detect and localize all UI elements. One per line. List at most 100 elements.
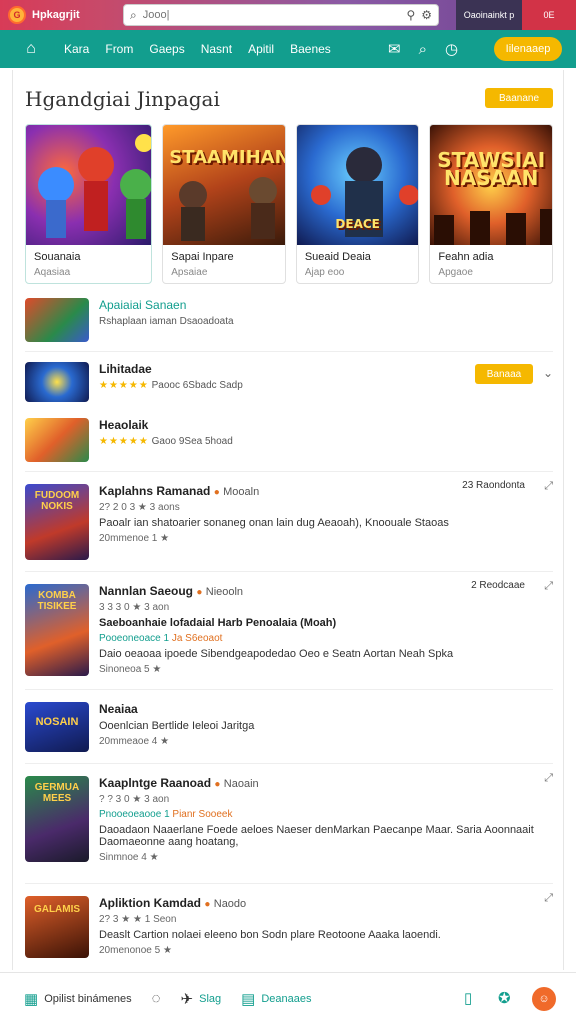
search-icon[interactable]: ⌕ (419, 41, 427, 58)
inbox-icon[interactable]: ✉ (388, 40, 401, 58)
thumbnail: GERMUA MEES (25, 776, 89, 862)
list-item-side: 2 Reodcaae (471, 580, 525, 591)
list-item-meta: 2? 3 ★ ★ 1 Seon (99, 914, 177, 925)
list-item-meta: ? ? 3 0 ★ 3 aon (99, 794, 170, 805)
featured-row: Souanaia Aqasiaa STAAMIHAN Sapai Inpare … (25, 124, 553, 284)
list-item[interactable]: Lihitadae ★★★★★ Paooc 6Sbadc Sadp Banaaa… (25, 352, 553, 410)
gamepad-icon[interactable]: ✪ (498, 989, 511, 1007)
nav-item-5[interactable]: Apitil (248, 42, 274, 56)
list-item-meta: 2? 2 0 3 ★ 3 aons (99, 502, 180, 513)
list-item-description: Paoalr ian shatoarier sonaneg onan lain … (99, 517, 449, 529)
bottom-item-chat[interactable]: ◌ (152, 990, 161, 1007)
search-box[interactable]: ⌕ ⚲ ⚙ (123, 4, 439, 26)
thumbnail: NOSAIN (25, 702, 89, 752)
warrior-art-icon (179, 177, 278, 241)
home-icon[interactable]: ⌂ (14, 40, 48, 58)
thumbnail: FUDOOM NOKIS (25, 484, 89, 560)
close-button[interactable]: 0E (522, 0, 576, 30)
nav-item-2[interactable]: From (105, 42, 133, 56)
list-item-title: Heaolaik (99, 418, 149, 432)
promo-highlight: Ja S6eoaot (171, 633, 223, 644)
featured-image: STAWSIAI NASAAN (430, 125, 552, 245)
featured-art-text: STAAMIHAN (169, 147, 285, 168)
featured-title: Sueaid Deaia (304, 251, 371, 263)
featured-image (26, 125, 152, 245)
bottom-item-docs[interactable]: ▤ Deanaaes (241, 990, 311, 1008)
list-item[interactable]: GERMUA MEES Kaaplntge Raanoad ● Naoain ?… (25, 764, 553, 884)
list-item[interactable]: NOSAIN Neaiaa Ooenlcian Bertlide Ieleoi … (25, 690, 553, 764)
settings-icon[interactable]: ⚙ (421, 8, 432, 22)
list-item-meta: Gaoo 9Sea 5hoad (151, 436, 233, 447)
thumbnail-text: KOMBA TISIKEE (37, 590, 77, 612)
list-item[interactable]: Heaolaik ★★★★★ Gaoo 9Sea 5hoad (25, 410, 553, 472)
developer-name: Mooaln (223, 486, 260, 498)
list-item-description: Daio oeaoaa ipoede Sibendgeapodedao Oeo … (99, 648, 454, 660)
expand-icon[interactable]: ⤢ (544, 480, 553, 493)
thumbnail: KOMBA TISIKEE (25, 584, 89, 676)
chevron-down-icon[interactable]: ⌄ (543, 366, 553, 380)
developer-name: Naoain (223, 778, 259, 790)
title-action-button[interactable]: Baanane (485, 88, 553, 108)
list-item-count: Sinmnoe 4 ★ (99, 852, 159, 863)
list-item-subtitle: Rshaplaan iaman Dsaoadoata (99, 316, 234, 327)
install-button[interactable]: Banaaa (475, 364, 533, 384)
promo-highlight: Pianr Sooeek (172, 809, 233, 820)
nav-item-3[interactable]: Gaeps (149, 42, 184, 56)
nav-icons: ✉ ⌕ ◷ (388, 30, 458, 68)
list-item-headline: Saeboanhaie lofadaial Harb Penoalaia (Mo… (99, 617, 337, 629)
nav-item-6[interactable]: Baenes (290, 42, 331, 56)
bottom-item-list[interactable]: ▦ Opilist binámenes (24, 990, 132, 1008)
thumbnail-text: GERMUA MEES (34, 782, 80, 804)
thumbnail (25, 298, 89, 342)
rating-stars: ★★★★★ (99, 380, 149, 391)
thumbnail (25, 362, 89, 402)
list-item-count: Sinoneoa 5 ★ (99, 664, 162, 675)
search-submit-icon[interactable]: ⚲ (406, 8, 415, 22)
featured-card[interactable]: Souanaia Aqasiaa (25, 124, 153, 284)
featured-title: Sapai Inpare (171, 251, 234, 263)
developer-name: Naodo (213, 898, 247, 910)
bottom-item-share[interactable]: ✈ Slag (181, 990, 222, 1008)
promo-text: Pnooeoeaooe 1 (99, 809, 173, 820)
brand[interactable]: G Hpkagrjit (0, 6, 118, 24)
nav-item-4[interactable]: Nasnt (201, 42, 232, 56)
bottom-item-label: Slag (199, 992, 222, 1005)
search-input[interactable] (142, 9, 401, 21)
brand-name: Hpkagrjit (32, 9, 80, 21)
promo-text: Pooeoneoace 1 (99, 633, 172, 644)
app-list: Apaiaiai Sanaen Rshaplaan iaman Dsaoadoa… (25, 292, 553, 964)
thumbnail: GALAMIS (25, 896, 89, 958)
bottom-item-label: Opilist binámenes (44, 992, 132, 1005)
nav-cta-button[interactable]: Iilenaaep (494, 37, 562, 61)
thumbnail-text: NOSAIN (35, 716, 79, 728)
tablet-icon[interactable]: ▯ (464, 989, 472, 1007)
avatar[interactable]: ☺ (532, 987, 556, 1011)
list-item[interactable]: FUDOOM NOKIS Kaplahns Ramanad ● Mooaln 2… (25, 472, 553, 572)
featured-subtitle: Aqasiaa (34, 267, 71, 278)
expand-icon[interactable]: ⤢ (544, 772, 553, 785)
clock-icon[interactable]: ◷ (445, 40, 458, 58)
featured-card[interactable]: STAWSIAI NASAAN Feahn adia Apgaoe (429, 124, 553, 284)
search-icon: ⌕ (130, 7, 137, 22)
list-item[interactable]: GALAMIS Apliktion Kamdad ● Naodo 2? 3 ★ … (25, 884, 553, 964)
brand-logo-icon: G (8, 6, 26, 24)
list-item[interactable]: Apaiaiai Sanaen Rshaplaan iaman Dsaoadoa… (25, 292, 553, 352)
main-nav: ⌂ Kara From Gaeps Nasnt Apitil Baenes ✉ … (0, 30, 576, 68)
expand-icon[interactable]: ⤢ (544, 580, 553, 593)
featured-subtitle: Apsaiae (171, 267, 208, 278)
list-item-description: Ooenlcian Bertlide Ieleoi Jaritga (99, 720, 255, 732)
account-button[interactable]: Oaoinainkt p (456, 0, 522, 30)
list-item[interactable]: KOMBA TISIKEE Nannlan Saeoug ● Nieooln 3… (25, 572, 553, 690)
featured-card[interactable]: DEACE Sueaid Deaia Ajap eoo (295, 124, 420, 284)
list-item-meta: 3 3 3 0 ★ 3 aon (99, 602, 170, 613)
expand-icon[interactable]: ⤢ (544, 892, 553, 905)
list-item-title: Apaiaiai Sanaen (99, 298, 187, 312)
nav-item-1[interactable]: Kara (64, 42, 89, 56)
developer-name: Nieooln (205, 586, 244, 598)
featured-card[interactable]: STAAMIHAN Sapai Inpare Apsaiae (162, 124, 286, 284)
list-item-meta: Paooc 6Sbadc Sadp (151, 380, 243, 391)
featured-title: Souanaia (34, 251, 81, 263)
thumbnail (25, 418, 89, 462)
list-item-title: Kaaplntge Raanoad (99, 776, 212, 790)
developer-icon: ● (213, 487, 220, 498)
